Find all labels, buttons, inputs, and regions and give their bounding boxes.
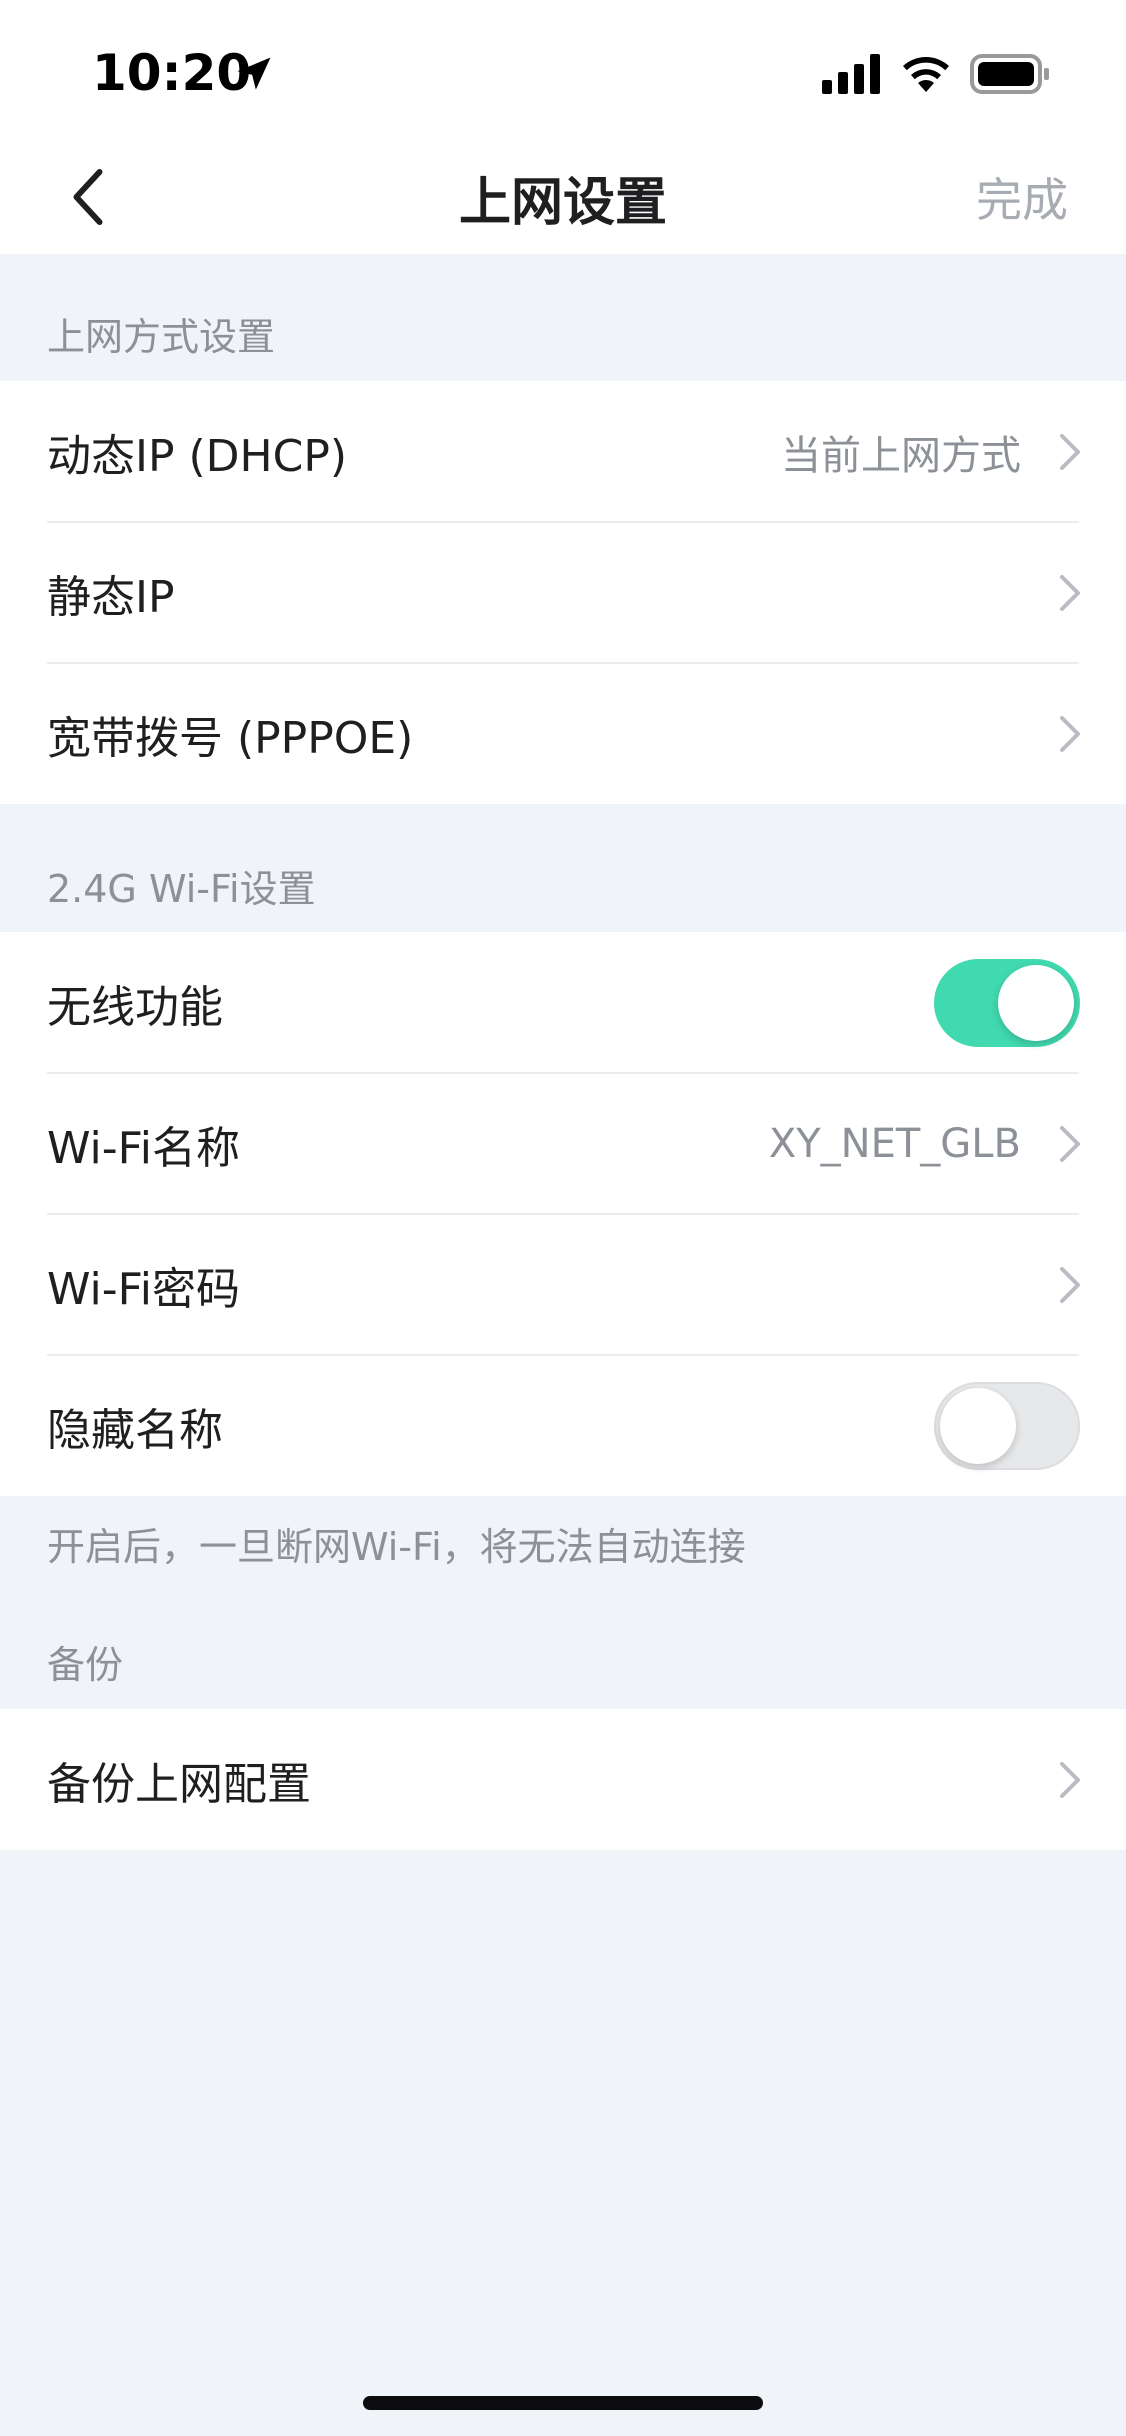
- row-backup-config[interactable]: 备份上网配置: [0, 1709, 1126, 1850]
- row-wifi-password[interactable]: Wi-Fi密码: [0, 1214, 1126, 1355]
- status-time: 10:20: [92, 44, 252, 102]
- row-label: Wi-Fi密码: [47, 1263, 240, 1315]
- row-label: 静态IP: [47, 571, 175, 623]
- wireless-toggle[interactable]: [934, 958, 1080, 1047]
- toggle-knob: [940, 1387, 1016, 1464]
- navigation-bar: 上网设置 完成: [0, 140, 1126, 254]
- row-static-ip[interactable]: 静态IP: [0, 522, 1126, 663]
- row-label: 无线功能: [47, 981, 223, 1033]
- connection-group: 动态IP (DHCP) 当前上网方式 静态IP 宽带拨号 (PPPOE): [0, 381, 1126, 804]
- hide-ssid-footnote: 开启后，一旦断网Wi-Fi，将无法自动连接: [47, 1525, 746, 1569]
- row-hide-ssid: 隐藏名称: [0, 1355, 1126, 1496]
- done-button[interactable]: 完成: [976, 164, 1068, 230]
- section-header-wifi: 2.4G Wi-Fi设置: [47, 867, 316, 911]
- row-label: Wi-Fi名称: [47, 1122, 240, 1174]
- home-indicator[interactable]: [363, 2396, 763, 2410]
- wifi-group: 无线功能 Wi-Fi名称 XY_NET_GLB Wi-Fi密码 隐藏名称: [0, 932, 1126, 1496]
- row-wifi-name[interactable]: Wi-Fi名称 XY_NET_GLB: [0, 1073, 1126, 1214]
- chevron-right-icon: [1060, 1761, 1080, 1798]
- wifi-icon: [903, 57, 949, 92]
- chevron-right-icon: [1060, 1125, 1080, 1162]
- wifi-name-value: XY_NET_GLB: [768, 1120, 1021, 1167]
- battery-icon: [970, 54, 1049, 94]
- row-label: 备份上网配置: [47, 1758, 311, 1810]
- row-label: 隐藏名称: [47, 1404, 223, 1456]
- row-label: 动态IP (DHCP): [47, 430, 348, 482]
- status-bar: 10:20: [0, 0, 1126, 140]
- cellular-signal-icon: [822, 54, 880, 94]
- page-title: 上网设置: [458, 173, 667, 233]
- location-arrow-icon: [237, 57, 271, 90]
- chevron-right-icon: [1060, 433, 1080, 470]
- chevron-right-icon: [1060, 715, 1080, 752]
- row-wireless: 无线功能: [0, 932, 1126, 1073]
- section-header-backup: 备份: [47, 1643, 124, 1687]
- current-mode-label: 当前上网方式: [781, 432, 1021, 479]
- row-label: 宽带拨号 (PPPOE): [47, 712, 414, 764]
- chevron-right-icon: [1060, 574, 1080, 611]
- row-dhcp[interactable]: 动态IP (DHCP) 当前上网方式: [0, 381, 1126, 522]
- toggle-knob: [998, 964, 1074, 1041]
- hide-ssid-toggle[interactable]: [934, 1381, 1080, 1470]
- backup-group: 备份上网配置: [0, 1709, 1126, 1850]
- section-header-connection: 上网方式设置: [47, 315, 276, 359]
- chevron-right-icon: [1060, 1266, 1080, 1303]
- row-pppoe[interactable]: 宽带拨号 (PPPOE): [0, 663, 1126, 804]
